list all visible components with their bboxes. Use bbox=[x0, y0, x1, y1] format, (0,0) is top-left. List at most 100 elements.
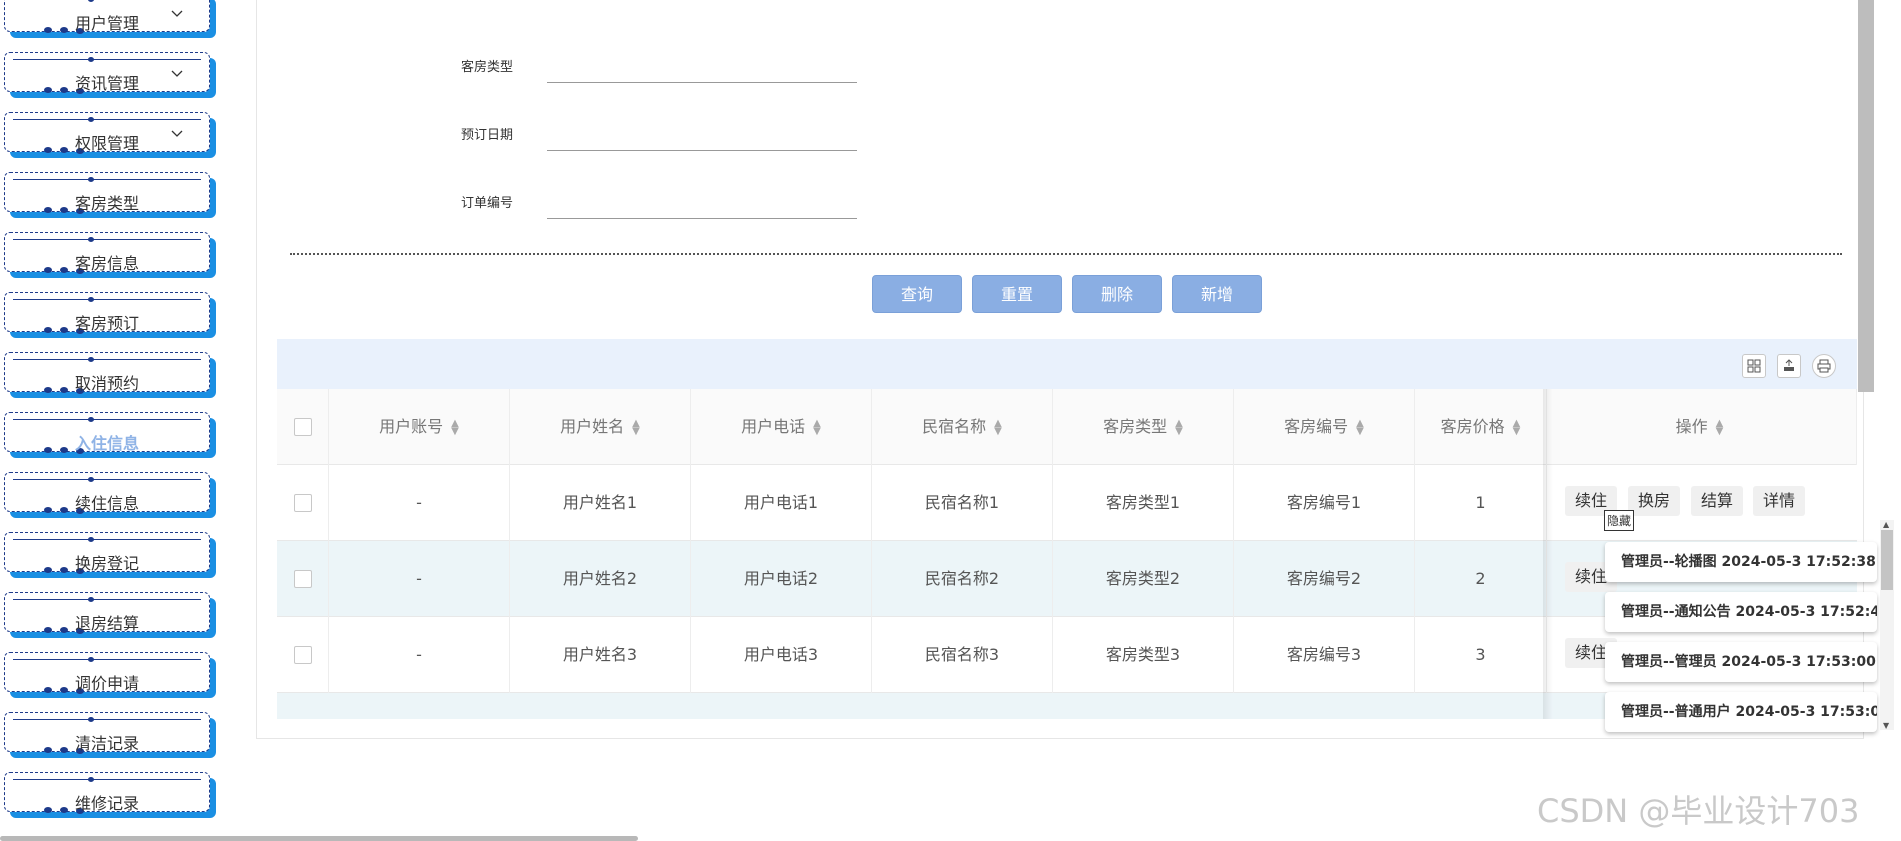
sidebar-item-label: 入住信息 bbox=[74, 434, 139, 453]
column-header[interactable]: 用户电话 ▲ ▼ bbox=[691, 389, 872, 465]
order-no-label: 订单编号 bbox=[461, 196, 514, 211]
column-header-label: 用户电话 bbox=[741, 417, 806, 436]
row-checkbox[interactable] bbox=[294, 570, 312, 588]
chevron-down-icon bbox=[171, 130, 183, 137]
row-action-button[interactable]: 详情 bbox=[1753, 486, 1806, 516]
room-type-input[interactable] bbox=[547, 82, 857, 83]
table-cell: 用户电话3 bbox=[691, 617, 872, 693]
row-select-cell bbox=[277, 541, 329, 617]
sort-icon[interactable]: ▲ ▼ bbox=[1513, 418, 1521, 436]
add-button[interactable]: 新增 bbox=[1172, 275, 1262, 313]
decor-dot bbox=[88, 537, 94, 542]
vertical-scrollbar[interactable] bbox=[1858, 0, 1874, 392]
sidebar-item[interactable]: 资讯管理 bbox=[4, 52, 216, 98]
sidebar-item[interactable]: 退房结算 bbox=[4, 592, 216, 638]
sort-icon[interactable]: ▲ ▼ bbox=[1716, 418, 1724, 436]
decor-dot bbox=[88, 477, 94, 482]
column-header[interactable]: 客房价格 ▲ ▼ bbox=[1415, 389, 1547, 465]
booking-date-label: 预订日期 bbox=[461, 128, 514, 143]
sidebar-item[interactable]: 权限管理 bbox=[4, 112, 216, 158]
sidebar-item-label: 取消预约 bbox=[74, 374, 139, 393]
table-cell: - bbox=[329, 617, 510, 693]
column-header[interactable]: 操作 ▲ ▼ bbox=[1543, 389, 1857, 465]
order-no-input[interactable] bbox=[547, 218, 857, 219]
grid-icon[interactable] bbox=[1742, 354, 1766, 378]
decor-dot bbox=[88, 357, 94, 362]
column-header[interactable]: 用户姓名 ▲ ▼ bbox=[510, 389, 691, 465]
decor-dot bbox=[88, 777, 94, 782]
sidebar-item[interactable]: 清洁记录 bbox=[4, 712, 216, 758]
sidebar-item[interactable]: 客房预订 bbox=[4, 292, 216, 338]
table-cell: - bbox=[329, 541, 510, 617]
query-button[interactable]: 查询 bbox=[872, 275, 962, 313]
sidebar-item[interactable]: 入住信息 bbox=[4, 412, 216, 458]
sort-icon[interactable]: ▲ ▼ bbox=[1175, 418, 1183, 436]
decor-dot bbox=[88, 117, 94, 122]
sort-icon[interactable]: ▲ ▼ bbox=[994, 418, 1002, 436]
table-cell: 用户姓名1 bbox=[510, 465, 691, 541]
sidebar-item[interactable]: 用户管理 bbox=[4, 0, 216, 38]
sidebar-item-label: 客房信息 bbox=[74, 254, 139, 273]
column-header-label: 客房编号 bbox=[1284, 417, 1349, 436]
delete-button[interactable]: 删除 bbox=[1072, 275, 1162, 313]
table-cell: 客房类型3 bbox=[1053, 617, 1234, 693]
sort-icon[interactable]: ▲ ▼ bbox=[1356, 418, 1364, 436]
sidebar-item[interactable]: 客房类型 bbox=[4, 172, 216, 218]
table-cell: 民宿名称1 bbox=[872, 465, 1053, 541]
sort-icon[interactable]: ▲ ▼ bbox=[451, 418, 459, 436]
decor-dot bbox=[88, 717, 94, 722]
row-action-button[interactable]: 换房 bbox=[1628, 486, 1681, 516]
scroll-thumb[interactable] bbox=[1881, 530, 1893, 590]
column-header-label: 用户账号 bbox=[379, 417, 444, 436]
sidebar-item-label: 调价申请 bbox=[74, 674, 139, 693]
sidebar-item[interactable]: 维修记录 bbox=[4, 772, 216, 818]
table-cell: - bbox=[329, 465, 510, 541]
scroll-down-icon[interactable]: ▼ bbox=[1883, 721, 1889, 730]
scroll-up-icon[interactable]: ▲ bbox=[1883, 520, 1889, 529]
decor-dot bbox=[88, 57, 94, 62]
print-icon[interactable] bbox=[1812, 354, 1836, 378]
sidebar-item-label: 续住信息 bbox=[74, 494, 139, 513]
select-all-checkbox[interactable] bbox=[294, 418, 312, 436]
column-header[interactable]: 民宿名称 ▲ ▼ bbox=[872, 389, 1053, 465]
horizontal-scrollbar[interactable] bbox=[0, 836, 638, 841]
notification-item[interactable]: 管理员--通知公告 2024-05-3 17:52:48 bbox=[1605, 592, 1877, 632]
decor-dot bbox=[88, 177, 94, 182]
column-header[interactable]: 客房编号 ▲ ▼ bbox=[1234, 389, 1415, 465]
sidebar-item-label: 客房预订 bbox=[74, 314, 139, 333]
export-icon[interactable] bbox=[1777, 354, 1801, 378]
sidebar-item[interactable]: 调价申请 bbox=[4, 652, 216, 698]
reset-button[interactable]: 重置 bbox=[972, 275, 1062, 313]
notification-item[interactable]: 管理员--轮播图 2024-05-3 17:52:38 bbox=[1605, 542, 1877, 582]
row-checkbox[interactable] bbox=[294, 494, 312, 512]
column-header[interactable]: 客房类型 ▲ ▼ bbox=[1053, 389, 1234, 465]
notification-item[interactable]: 管理员--管理员 2024-05-3 17:53:00 bbox=[1605, 642, 1877, 682]
column-header-label: 客房价格 bbox=[1440, 417, 1505, 436]
sort-icon[interactable]: ▲ ▼ bbox=[813, 418, 821, 436]
decor-dot bbox=[88, 597, 94, 602]
sort-icon[interactable]: ▲ ▼ bbox=[632, 418, 640, 436]
row-action-button[interactable]: 结算 bbox=[1691, 486, 1744, 516]
sidebar-item[interactable]: 取消预约 bbox=[4, 352, 216, 398]
row-checkbox[interactable] bbox=[294, 646, 312, 664]
watermark: CSDN @毕业设计703 bbox=[1537, 792, 1860, 830]
table-cell: 2 bbox=[1415, 541, 1547, 617]
table-cell: 用户电话1 bbox=[691, 465, 872, 541]
separator bbox=[290, 253, 1842, 255]
notification-scrollbar[interactable]: ▲ ▼ bbox=[1880, 520, 1894, 730]
table-cell: 客房编号1 bbox=[1234, 465, 1415, 541]
sidebar-item[interactable]: 续住信息 bbox=[4, 472, 216, 518]
column-header[interactable]: 用户账号 ▲ ▼ bbox=[329, 389, 510, 465]
sidebar: 用户管理资讯管理权限管理客房类型客房信息客房预订取消预约入住信息续住信息换房登记… bbox=[0, 0, 240, 841]
column-header-label: 民宿名称 bbox=[922, 417, 987, 436]
table-cell: 1 bbox=[1415, 465, 1547, 541]
notification-item[interactable]: 管理员--普通用户 2024-05-3 17:53:03 bbox=[1605, 692, 1877, 732]
table-cell: 用户姓名3 bbox=[510, 617, 691, 693]
table-cell: 用户电话2 bbox=[691, 541, 872, 617]
sidebar-item[interactable]: 换房登记 bbox=[4, 532, 216, 578]
booking-date-input[interactable] bbox=[547, 150, 857, 151]
decor-dot bbox=[88, 417, 94, 422]
sidebar-item[interactable]: 客房信息 bbox=[4, 232, 216, 278]
sidebar-item-label: 清洁记录 bbox=[74, 734, 139, 753]
sidebar-item-label: 客房类型 bbox=[74, 194, 139, 213]
